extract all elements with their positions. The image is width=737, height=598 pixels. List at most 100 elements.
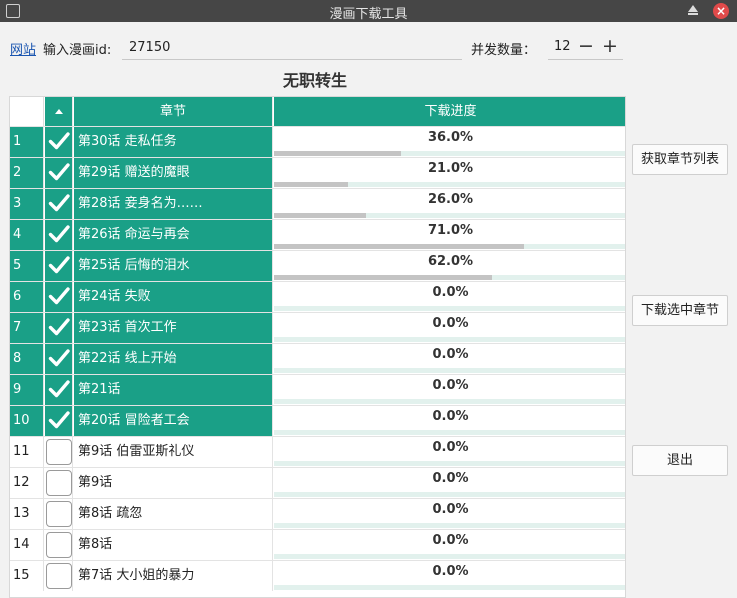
unchecked-checkbox[interactable] xyxy=(46,563,72,589)
close-window-button[interactable]: × xyxy=(713,3,729,19)
table-row[interactable]: 8 第22话 线上开始 0.0% xyxy=(10,343,625,374)
checkmark-icon[interactable] xyxy=(47,408,71,432)
row-number[interactable]: 8 xyxy=(10,344,44,374)
progress-percent: 0.0% xyxy=(432,564,469,579)
row-number[interactable]: 11 xyxy=(10,437,44,467)
checkbox-column-header[interactable] xyxy=(45,97,73,126)
chapter-column-header[interactable]: 章节 xyxy=(74,97,273,126)
row-number[interactable]: 3 xyxy=(10,189,44,219)
shade-window-icon[interactable] xyxy=(688,5,698,15)
checkmark-icon[interactable] xyxy=(47,160,71,184)
progress-cell: 0.0% xyxy=(274,344,625,374)
chapter-name[interactable]: 第9话 伯雷亚斯礼仪 xyxy=(74,437,273,467)
decrement-button[interactable]: − xyxy=(576,34,596,58)
unchecked-checkbox[interactable] xyxy=(46,501,72,527)
progress-percent: 0.0% xyxy=(432,316,469,331)
row-number[interactable]: 2 xyxy=(10,158,44,188)
table-row[interactable]: 14 第8话 0.0% xyxy=(10,529,625,560)
row-number[interactable]: 15 xyxy=(10,561,44,591)
row-number[interactable]: 6 xyxy=(10,282,44,312)
table-row[interactable]: 1 第30话 走私任务 36.0% xyxy=(10,126,625,157)
checkmark-icon[interactable] xyxy=(47,253,71,277)
chapter-name[interactable]: 第24话 失败 xyxy=(74,282,273,312)
table-row[interactable]: 10 第20话 冒险者工会 0.0% xyxy=(10,405,625,436)
fetch-chapters-button[interactable]: 获取章节列表 xyxy=(632,144,728,175)
progress-cell: 0.0% xyxy=(274,406,625,436)
chapter-name[interactable]: 第8话 xyxy=(74,530,273,560)
checkmark-icon[interactable] xyxy=(47,315,71,339)
website-link[interactable]: 网站 xyxy=(10,39,36,58)
table-row[interactable]: 5 第25话 后悔的泪水 62.0% xyxy=(10,250,625,281)
table-row[interactable]: 7 第23话 首次工作 0.0% xyxy=(10,312,625,343)
checkbox-cell[interactable] xyxy=(45,344,73,374)
checkbox-cell[interactable] xyxy=(45,406,73,436)
table-row[interactable]: 13 第8话 疏忽 0.0% xyxy=(10,498,625,529)
checkbox-cell[interactable] xyxy=(45,530,73,560)
row-number[interactable]: 7 xyxy=(10,313,44,343)
checkbox-cell[interactable] xyxy=(45,437,73,467)
increment-button[interactable]: + xyxy=(600,34,620,58)
checkmark-icon[interactable] xyxy=(47,284,71,308)
chapter-name[interactable]: 第26话 命运与再会 xyxy=(74,220,273,250)
table-row[interactable]: 15 第7话 大小姐的暴力 0.0% xyxy=(10,560,625,591)
chapter-name[interactable]: 第25话 后悔的泪水 xyxy=(74,251,273,281)
chapter-name[interactable]: 第8话 疏忽 xyxy=(74,499,273,529)
chapter-name[interactable]: 第28话 妾身名为…… xyxy=(74,189,273,219)
table-corner[interactable] xyxy=(10,97,44,126)
progress-bar-fill xyxy=(274,275,492,280)
comic-id-input[interactable] xyxy=(122,36,462,60)
checkbox-cell[interactable] xyxy=(45,561,73,591)
row-number[interactable]: 4 xyxy=(10,220,44,250)
exit-button[interactable]: 退出 xyxy=(632,445,728,476)
unchecked-checkbox[interactable] xyxy=(46,532,72,558)
chapter-name[interactable]: 第20话 冒险者工会 xyxy=(74,406,273,436)
row-number[interactable]: 9 xyxy=(10,375,44,405)
checkbox-cell[interactable] xyxy=(45,499,73,529)
unchecked-checkbox[interactable] xyxy=(46,439,72,465)
unchecked-checkbox[interactable] xyxy=(46,470,72,496)
table-row[interactable]: 4 第26话 命运与再会 71.0% xyxy=(10,219,625,250)
row-number[interactable]: 1 xyxy=(10,127,44,157)
checkbox-cell[interactable] xyxy=(45,220,73,250)
table-row[interactable]: 9 第21话 0.0% xyxy=(10,374,625,405)
sort-ascending-icon xyxy=(55,109,63,114)
table-row[interactable]: 11 第9话 伯雷亚斯礼仪 0.0% xyxy=(10,436,625,467)
checkmark-icon[interactable] xyxy=(47,346,71,370)
checkmark-icon[interactable] xyxy=(47,191,71,215)
checkmark-icon[interactable] xyxy=(47,129,71,153)
concurrency-spinbox[interactable]: 12 − + xyxy=(548,34,623,60)
checkbox-cell[interactable] xyxy=(45,468,73,498)
checkbox-cell[interactable] xyxy=(45,313,73,343)
table-row[interactable]: 3 第28话 妾身名为…… 26.0% xyxy=(10,188,625,219)
checkmark-icon[interactable] xyxy=(47,377,71,401)
chapter-table[interactable]: 章节 下载进度 1 第30话 走私任务 36.0% 2 第29话 赠送的魔眼 21.0% 3… xyxy=(9,96,626,598)
download-selected-button[interactable]: 下载选中章节 xyxy=(632,295,728,326)
progress-bar xyxy=(274,554,625,559)
chapter-name[interactable]: 第21话 xyxy=(74,375,273,405)
checkbox-cell[interactable] xyxy=(45,251,73,281)
checkmark-icon[interactable] xyxy=(47,222,71,246)
row-number[interactable]: 5 xyxy=(10,251,44,281)
chapter-name[interactable]: 第22话 线上开始 xyxy=(74,344,273,374)
table-row[interactable]: 2 第29话 赠送的魔眼 21.0% xyxy=(10,157,625,188)
chapter-name[interactable]: 第7话 大小姐的暴力 xyxy=(74,561,273,591)
checkbox-cell[interactable] xyxy=(45,189,73,219)
table-row[interactable]: 6 第24话 失败 0.0% xyxy=(10,281,625,312)
checkbox-cell[interactable] xyxy=(45,158,73,188)
progress-percent: 0.0% xyxy=(432,347,469,362)
row-number[interactable]: 10 xyxy=(10,406,44,436)
progress-column-header[interactable]: 下载进度 xyxy=(274,97,625,126)
checkbox-cell[interactable] xyxy=(45,282,73,312)
chapter-name[interactable]: 第9话 xyxy=(74,468,273,498)
table-row[interactable]: 12 第9话 0.0% xyxy=(10,467,625,498)
concurrency-value[interactable]: 12 xyxy=(554,39,571,54)
progress-percent: 71.0% xyxy=(427,223,474,238)
checkbox-cell[interactable] xyxy=(45,127,73,157)
row-number[interactable]: 13 xyxy=(10,499,44,529)
row-number[interactable]: 12 xyxy=(10,468,44,498)
row-number[interactable]: 14 xyxy=(10,530,44,560)
chapter-name[interactable]: 第23话 首次工作 xyxy=(74,313,273,343)
checkbox-cell[interactable] xyxy=(45,375,73,405)
chapter-name[interactable]: 第29话 赠送的魔眼 xyxy=(74,158,273,188)
chapter-name[interactable]: 第30话 走私任务 xyxy=(74,127,273,157)
